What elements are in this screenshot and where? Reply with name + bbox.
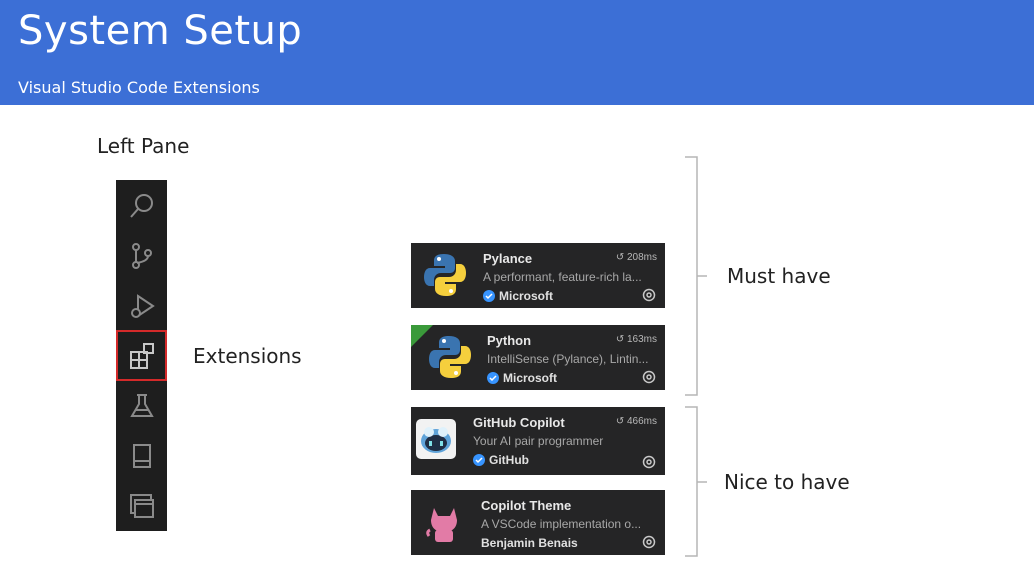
timing-value: 466ms: [626, 416, 657, 427]
copilot-logo-icon: [416, 419, 456, 459]
activity-remote-explorer[interactable]: [116, 480, 167, 531]
activity-testing[interactable]: [116, 380, 167, 431]
python-logo-icon: [424, 254, 466, 296]
activity-extensions[interactable]: [116, 330, 167, 381]
timing-value: 163ms: [626, 334, 657, 345]
activity-bar: [116, 180, 167, 531]
search-icon: [129, 193, 153, 218]
activation-timing: ↺ 163ms: [616, 334, 657, 345]
extension-publisher: Microsoft: [483, 289, 553, 303]
gear-icon[interactable]: [641, 287, 657, 303]
verified-badge-icon: [483, 290, 495, 302]
extension-card-copilot-theme[interactable]: Copilot Theme A VSCode implementation o.…: [411, 490, 665, 555]
page-title: System Setup: [18, 8, 303, 54]
source-control-icon: [131, 242, 152, 269]
publisher-name: Benjamin Benais: [481, 536, 578, 550]
extension-description: A VSCode implementation o...: [481, 517, 642, 531]
activity-search[interactable]: [116, 180, 167, 231]
verified-badge-icon: [473, 454, 485, 466]
history-icon: ↺: [615, 334, 625, 345]
octocat-logo-icon: [426, 508, 457, 542]
activity-notebook[interactable]: [116, 430, 167, 481]
activity-run-debug[interactable]: [116, 280, 167, 331]
notebook-icon: [132, 443, 151, 468]
activity-source-control[interactable]: [116, 230, 167, 281]
nice-to-have-bracket: [685, 406, 707, 557]
extension-description: Your AI pair programmer: [473, 434, 604, 448]
extension-description: A performant, feature-rich la...: [483, 270, 642, 284]
history-icon: ↺: [615, 252, 625, 263]
extension-description: IntelliSense (Pylance), Lintin...: [487, 352, 649, 366]
must-have-bracket: [685, 156, 707, 396]
gear-icon[interactable]: [641, 534, 657, 550]
remote-explorer-icon: [129, 493, 154, 518]
extension-name: Pylance: [483, 251, 533, 266]
must-have-label: Must have: [727, 264, 831, 288]
extension-name: GitHub Copilot: [473, 415, 565, 430]
timing-value: 208ms: [626, 252, 657, 263]
gear-icon[interactable]: [641, 454, 657, 470]
extension-publisher: Microsoft: [487, 371, 557, 385]
extension-card-python[interactable]: Python ↺ 163ms IntelliSense (Pylance), L…: [411, 325, 665, 390]
extensions-label: Extensions: [193, 344, 302, 368]
page-subtitle: Visual Studio Code Extensions: [18, 78, 260, 97]
extension-card-pylance[interactable]: Pylance ↺ 208ms A performant, feature-ri…: [411, 243, 665, 308]
publisher-name: Microsoft: [499, 289, 553, 303]
activation-timing: ↺ 466ms: [616, 416, 657, 427]
testing-icon: [129, 393, 154, 417]
extension-name: Python: [487, 333, 532, 348]
run-debug-icon: [130, 293, 155, 318]
python-logo-icon: [429, 336, 471, 378]
verified-badge-icon: [487, 372, 499, 384]
publisher-name: Microsoft: [503, 371, 557, 385]
extension-publisher: Benjamin Benais: [481, 536, 578, 550]
extension-publisher: GitHub: [473, 453, 529, 467]
nice-to-have-label: Nice to have: [724, 470, 850, 494]
gear-icon[interactable]: [641, 369, 657, 385]
extension-card-github-copilot[interactable]: GitHub Copilot ↺ 466ms Your AI pair prog…: [411, 407, 665, 475]
extension-name: Copilot Theme: [481, 498, 572, 513]
extensions-icon: [129, 342, 154, 369]
activation-timing: ↺ 208ms: [616, 252, 657, 263]
history-icon: ↺: [615, 416, 625, 427]
publisher-name: GitHub: [489, 453, 529, 467]
header-banner: System Setup Visual Studio Code Extensio…: [0, 0, 1034, 105]
left-pane-label: Left Pane: [97, 134, 190, 158]
